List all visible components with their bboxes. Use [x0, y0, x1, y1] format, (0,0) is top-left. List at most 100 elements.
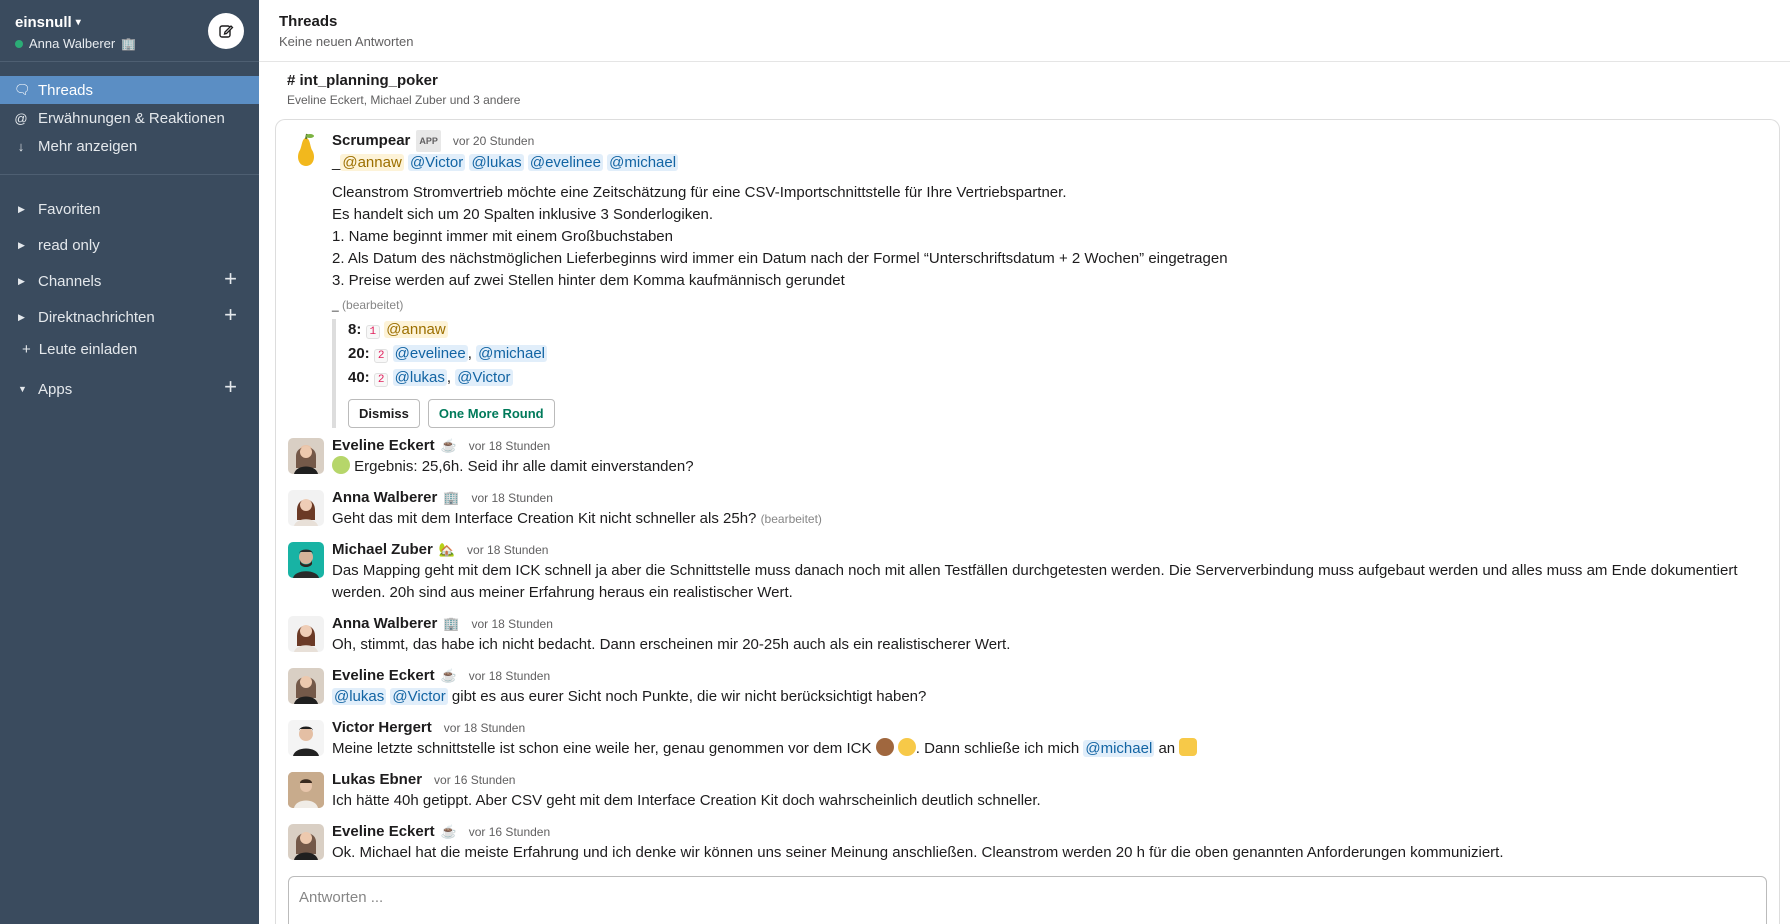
compose-button[interactable] [208, 13, 244, 49]
invite-label: Leute einladen [38, 340, 138, 358]
app-badge: APP [416, 130, 441, 152]
mention[interactable]: @lukas [469, 154, 524, 171]
message-author[interactable]: Scrumpear [332, 131, 410, 151]
message-author[interactable]: Anna Walberer [332, 614, 437, 634]
message-time[interactable]: vor 16 Stunden [469, 822, 550, 842]
workspace-name: einsnull [15, 14, 72, 31]
message-author[interactable]: Eveline Eckert [332, 436, 435, 456]
message-time[interactable]: vor 18 Stunden [472, 488, 553, 508]
message-time[interactable]: vor 18 Stunden [469, 666, 550, 686]
message-time[interactable]: vor 18 Stunden [467, 540, 548, 560]
message-content: Ok. Michael hat die meiste Erfahrung und… [332, 844, 1504, 861]
sidebar-item-threads[interactable]: 🗨 Threads [0, 76, 259, 104]
vote-label: 40: [348, 369, 370, 386]
mention[interactable]: @lukas [332, 688, 387, 705]
avatar[interactable] [288, 824, 324, 860]
edited-label: (bearbeitet) [342, 298, 404, 312]
status-emoji: 🏢 [443, 616, 460, 631]
mention[interactable]: @evelinee [392, 345, 468, 362]
message-time[interactable]: vor 18 Stunden [469, 436, 550, 456]
sidebar-item-label: Mehr anzeigen [38, 137, 138, 155]
message-content: Meine letzte schnittstelle ist schon ein… [332, 740, 872, 757]
message-author[interactable]: Anna Walberer [332, 488, 437, 508]
section-direktnachrichten[interactable]: ▶ Direktnachrichten + [0, 299, 259, 335]
sidebar-item-label: Threads [38, 81, 94, 99]
message: Anna Walberer 🏢 vor 18 Stunden Geht das … [288, 488, 1759, 530]
message-author[interactable]: Eveline Eckert [332, 666, 435, 686]
message-time[interactable]: vor 20 Stunden [453, 131, 534, 151]
vote-row: 40: 2 @lukas, @Victor [348, 369, 513, 387]
avatar[interactable] [288, 616, 324, 652]
mention[interactable]: @lukas [392, 369, 447, 386]
mention[interactable]: @michael [476, 345, 548, 362]
status-emoji: ☕ [440, 668, 457, 683]
avatar[interactable] [288, 490, 324, 526]
user-status-emoji: 🏢 [121, 36, 137, 51]
message-content: Ich hätte 40h getippt. Aber CSV geht mit… [332, 792, 1041, 809]
avatar[interactable] [288, 438, 324, 474]
one-more-round-button[interactable]: One More Round [427, 399, 555, 428]
underscore: _ [332, 298, 339, 312]
vote-row: 20: 2 @evelinee, @michael [348, 345, 548, 363]
mention[interactable]: @michael [1083, 740, 1155, 757]
message-author[interactable]: Eveline Eckert [332, 822, 435, 842]
sidebar-item-more[interactable]: ↓ Mehr anzeigen [0, 132, 259, 160]
vote-count: 1 [365, 325, 381, 339]
message-content: an [1158, 740, 1176, 757]
mention[interactable]: @Victor [390, 688, 448, 705]
chevron-down-icon: ▾ [75, 17, 81, 28]
message: Lukas Ebner vor 16 Stunden Ich hätte 40h… [288, 770, 1759, 812]
compose-icon [219, 25, 234, 38]
avatar[interactable] [288, 772, 324, 808]
status-emoji: 🏢 [443, 490, 460, 505]
mention[interactable]: @annaw [384, 321, 448, 338]
avatar[interactable] [288, 542, 324, 578]
pear-icon[interactable] [288, 132, 324, 168]
status-emoji: ☕ [440, 438, 457, 453]
section-read-only[interactable]: ▶ read only [0, 227, 259, 263]
message-text: Meine letzte schnittstelle ist schon ein… [332, 738, 1759, 760]
add-app-icon[interactable]: + [224, 374, 237, 400]
avatar[interactable] [288, 668, 324, 704]
section-channels[interactable]: ▶ Channels + [0, 263, 259, 299]
message-content: gibt es aus eurer Sicht noch Punkte, die… [451, 688, 927, 705]
edited-label: (bearbeitet) [760, 512, 822, 526]
mention[interactable]: @Victor [455, 369, 513, 386]
arrow-down-icon: ↓ [17, 138, 25, 154]
page-subtitle: Keine neuen Antworten [279, 34, 414, 49]
sidebar-item-mentions[interactable]: @ Erwähnungen & Reaktionen [0, 104, 259, 132]
message-line: Cleanstrom Stromvertrieb möchte eine Zei… [332, 184, 1067, 201]
message: Eveline Eckert ☕ vor 18 Stunden Ergebnis… [288, 436, 1759, 478]
thread-channel-header: # int_planning_poker Eveline Eckert, Mic… [259, 62, 1790, 107]
mention[interactable]: @annaw [340, 154, 404, 171]
message-author[interactable]: Michael Zuber [332, 540, 433, 560]
pear-icon [332, 456, 350, 474]
invite-people-button[interactable]: + Leute einladen [0, 335, 259, 363]
dismiss-button[interactable]: Dismiss [348, 399, 420, 428]
section-favoriten[interactable]: ▶ Favoriten [0, 191, 259, 227]
reply-input[interactable]: Antworten ... [288, 876, 1767, 924]
message-time[interactable]: vor 18 Stunden [444, 718, 525, 738]
mention[interactable]: @evelinee [527, 154, 603, 171]
message: Anna Walberer 🏢 vor 18 Stunden Oh, stimm… [288, 614, 1759, 656]
avatar[interactable] [288, 720, 324, 756]
section-apps[interactable]: ▼ Apps + [0, 371, 259, 407]
message-time[interactable]: vor 16 Stunden [434, 770, 515, 790]
vote-results: 8: 1 @annaw 20: 2 @evelinee, @michael 40… [332, 319, 1759, 428]
add-channel-icon[interactable]: + [224, 266, 237, 292]
message-content: . Dann schließe ich mich [915, 740, 1080, 757]
mention[interactable]: @Victor [407, 154, 466, 171]
section-label: Direktnachrichten [38, 308, 155, 326]
message-author[interactable]: Lukas Ebner [332, 770, 422, 790]
threads-icon: 🗨 [14, 82, 31, 97]
caret-right-icon: ▶ [18, 239, 25, 250]
plus-icon: + [22, 340, 31, 358]
message: Michael Zuber 🏡 vor 18 Stunden Das Mappi… [288, 540, 1759, 604]
mention[interactable]: @michael [607, 154, 679, 171]
message-time[interactable]: vor 18 Stunden [472, 614, 553, 634]
message-author[interactable]: Victor Hergert [332, 718, 432, 738]
vote-label: 8: [348, 321, 362, 338]
channel-name[interactable]: # int_planning_poker [287, 72, 1762, 89]
add-dm-icon[interactable]: + [224, 302, 237, 328]
vote-label: 20: [348, 345, 370, 362]
